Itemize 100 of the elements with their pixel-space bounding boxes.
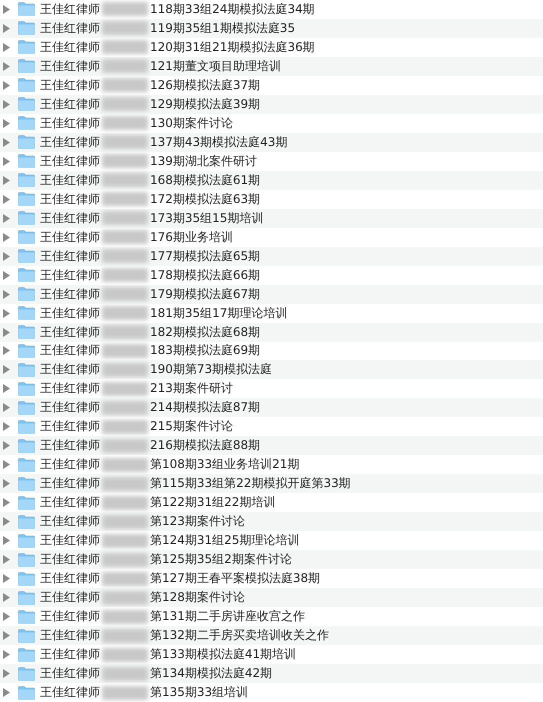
- folder-name: 王佳红律师: [40, 190, 101, 208]
- folder-name: 213期案件研讨: [150, 380, 233, 398]
- folder-name: 第128期案件讨论: [150, 589, 245, 606]
- folder-name: 第135期33组培训: [150, 684, 248, 701]
- folder-name: 第131期二手房讲座收宫之作: [150, 608, 305, 626]
- blurred-text: [102, 666, 148, 681]
- folder-name: 178期模拟法庭66期: [150, 266, 260, 284]
- folder-name: 王佳红律师: [40, 58, 101, 75]
- blurred-text: [102, 686, 148, 700]
- folder-name: 王佳红律师: [40, 20, 101, 37]
- folder-name: 王佳红律师: [40, 248, 101, 265]
- blurred-text: [102, 192, 148, 206]
- blurred-text: [102, 420, 148, 434]
- folder-name: 王佳红律师: [40, 324, 101, 341]
- folder-name: 126期模拟法庭37期: [150, 76, 260, 94]
- folder-icon: [18, 230, 35, 244]
- folder-name: 168期模拟法庭61期: [150, 172, 260, 189]
- folder-name: 172期模拟法庭63期: [150, 190, 260, 208]
- folder-name: 120期31组21期模拟法庭36期: [150, 38, 315, 56]
- folder-icon: [18, 552, 35, 567]
- folder-name: 121期董文项目助理培训: [150, 58, 281, 75]
- folder-icon: [18, 666, 35, 681]
- folder-name: 181期35组17期理论培训: [150, 304, 288, 322]
- folder-icon: [18, 344, 35, 358]
- blurred-text: [102, 476, 148, 491]
- blurred-text: [102, 135, 148, 150]
- folder-icon: [18, 21, 35, 36]
- blurred-text: [102, 514, 148, 529]
- folder-name: 173期35组15期培训: [150, 210, 264, 227]
- folder-name: 179期模拟法庭67期: [150, 286, 260, 303]
- folder-icon: [18, 211, 35, 226]
- folder-name: 190期第73期模拟法庭: [150, 361, 272, 378]
- folder-icon: [18, 514, 35, 529]
- blurred-text: [102, 552, 148, 567]
- folder-name: 第132期二手房买卖培训收关之作: [150, 627, 329, 644]
- folder-icon: [18, 325, 35, 340]
- folder-name: 王佳红律师: [40, 646, 101, 664]
- blurred-text: [102, 21, 148, 36]
- blurred-text: [102, 438, 148, 453]
- folder-name: 第127期王春平案模拟法庭38期: [150, 570, 320, 588]
- folder-name: 王佳红律师: [40, 76, 101, 94]
- folder-icon: [18, 78, 35, 92]
- folder-name: 第123期案件讨论: [150, 513, 245, 530]
- folder-name: 王佳红律师: [40, 266, 101, 284]
- blurred-text: [102, 78, 148, 92]
- folder-name: 137期43期模拟法庭43期: [150, 134, 288, 151]
- blurred-text: [102, 628, 148, 643]
- folder-icon: [18, 458, 35, 472]
- folder-icon: [18, 97, 35, 112]
- folder-icon: [18, 420, 35, 434]
- folder-name: 王佳红律师: [40, 589, 101, 606]
- folder-name: 王佳红律师: [40, 475, 101, 492]
- blurred-text: [102, 287, 148, 302]
- blurred-text: [102, 496, 148, 510]
- folder-icon: [18, 287, 35, 302]
- disclosure-triangle-icon[interactable]: [3, 688, 10, 697]
- folder-name: 176期业务培训: [150, 228, 233, 246]
- folder-name: 第133期模拟法庭41期培训: [150, 646, 296, 664]
- folder-icon: [18, 572, 35, 586]
- folder-name: 第122期31组22期培训: [150, 494, 276, 512]
- blurred-text: [102, 211, 148, 226]
- folder-icon: [18, 192, 35, 206]
- folder-name: 王佳红律师: [40, 361, 101, 378]
- folder-icon: [18, 686, 35, 700]
- folder-name: 119期35组1期模拟法庭35: [150, 20, 296, 37]
- folder-icon: [18, 154, 35, 168]
- folder-icon: [18, 135, 35, 150]
- blurred-text: [102, 97, 148, 112]
- folder-name: 215期案件讨论: [150, 418, 233, 436]
- folder-name: 第134期模拟法庭42期: [150, 665, 272, 682]
- folder-icon: [18, 306, 35, 320]
- folder-name: 216期模拟法庭88期: [150, 437, 260, 454]
- blurred-text: [102, 154, 148, 168]
- folder-name: 王佳红律师: [40, 114, 101, 132]
- folder-name: 王佳红律师: [40, 38, 101, 56]
- blurred-text: [102, 344, 148, 358]
- blurred-text: [102, 382, 148, 396]
- folder-icon: [18, 59, 35, 74]
- folder-icon: [18, 628, 35, 643]
- folder-name: 182期模拟法庭68期: [150, 324, 260, 341]
- folder-name: 王佳红律师: [40, 286, 101, 303]
- folder-icon: [18, 362, 35, 377]
- folder-icon: [18, 590, 35, 605]
- folder-icon: [18, 438, 35, 453]
- folder-name: 214期模拟法庭87期: [150, 399, 260, 416]
- blurred-text: [102, 458, 148, 472]
- folder-name: 第124期31组25期理论培训: [150, 532, 300, 550]
- folder-name: 王佳红律师: [40, 551, 101, 568]
- folder-name: 王佳红律师: [40, 96, 101, 113]
- blurred-text: [102, 325, 148, 340]
- blurred-text: [102, 362, 148, 377]
- folder-icon: [18, 382, 35, 396]
- folder-name: 王佳红律师: [40, 0, 101, 18]
- blurred-text: [102, 268, 148, 282]
- folder-icon: [18, 496, 35, 510]
- folder-icon: [18, 610, 35, 624]
- folder-icon: [18, 534, 35, 548]
- folder-name: 王佳红律师: [40, 456, 101, 474]
- folder-icon: [18, 268, 35, 282]
- folder-name: 王佳红律师: [40, 570, 101, 588]
